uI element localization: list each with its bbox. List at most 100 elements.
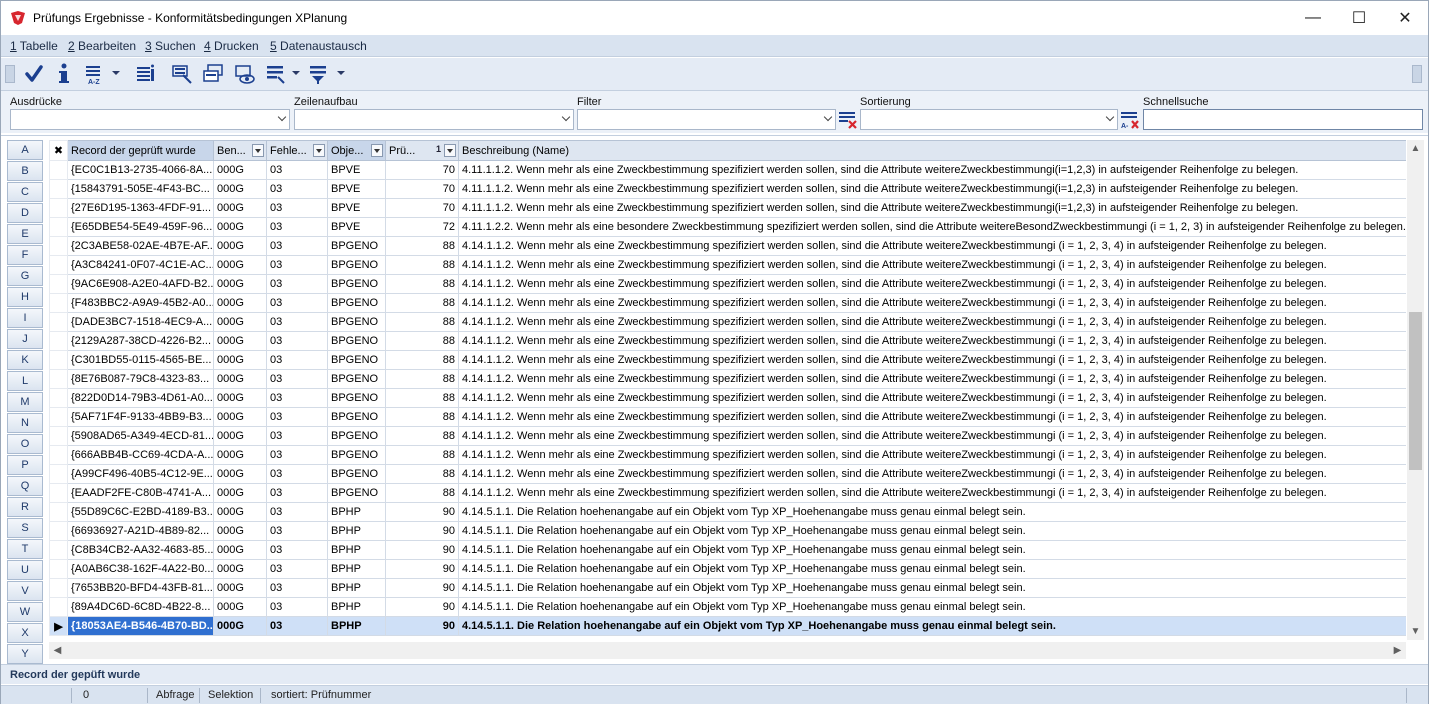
cell-beschreibung[interactable]: 4.14.5.1.1. Die Relation hoehenangabe au… [458, 616, 1406, 636]
table-row[interactable]: {9AC6E908-A2E0-4AFD-B2... 000G 03 BPGENO 88 4… [49, 274, 1406, 294]
column-filter-dropdown[interactable] [371, 144, 383, 157]
cell-beschreibung[interactable]: 4.14.1.1.2. Wenn mehr als eine Zweckbest… [458, 350, 1406, 370]
cell-ben[interactable]: 000G [213, 483, 267, 503]
cell-ben[interactable]: 000G [213, 217, 267, 237]
table-row[interactable]: {55D89C6C-E2BD-4189-B3... 000G 03 BPHP 90 4.1… [49, 502, 1406, 522]
letter-button-t[interactable]: T [7, 539, 43, 559]
letter-button-d[interactable]: D [7, 203, 43, 223]
row-indicator[interactable] [49, 502, 68, 522]
cell-fehler[interactable]: 03 [266, 426, 328, 446]
menu-suchen[interactable]: 3 Suchen [145, 39, 196, 53]
column-filter-dropdown[interactable] [444, 144, 456, 157]
cell-pruefnummer[interactable]: 90 [385, 559, 459, 579]
column-filter-dropdown[interactable] [313, 144, 325, 157]
cell-ben[interactable]: 000G [213, 331, 267, 351]
letter-button-k[interactable]: K [7, 350, 43, 370]
cell-objekt[interactable]: BPGENO [327, 293, 386, 313]
copy-query-icon[interactable] [202, 62, 224, 86]
cell-beschreibung[interactable]: 4.14.1.1.2. Wenn mehr als eine Zweckbest… [458, 331, 1406, 351]
cell-fehler[interactable]: 03 [266, 217, 328, 237]
cell-pruefnummer[interactable]: 88 [385, 407, 459, 427]
row-indicator[interactable] [49, 274, 68, 294]
table-row[interactable]: {822D0D14-79B3-4D61-A0... 000G 03 BPGENO 88 4… [49, 388, 1406, 408]
cell-pruefnummer[interactable]: 90 [385, 502, 459, 522]
row-indicator[interactable] [49, 464, 68, 484]
cell-pruefnummer[interactable]: 88 [385, 445, 459, 465]
cell-beschreibung[interactable]: 4.14.1.1.2. Wenn mehr als eine Zweckbest… [458, 407, 1406, 427]
cell-record[interactable]: {C8B34CB2-AA32-4683-85... [67, 540, 214, 560]
cell-beschreibung[interactable]: 4.14.5.1.1. Die Relation hoehenangabe au… [458, 578, 1406, 598]
cell-beschreibung[interactable]: 4.14.1.1.2. Wenn mehr als eine Zweckbest… [458, 369, 1406, 389]
cell-fehler[interactable]: 03 [266, 445, 328, 465]
column-header-beschreibung[interactable]: Beschreibung (Name) [458, 140, 1406, 161]
letter-button-s[interactable]: S [7, 518, 43, 538]
cell-record[interactable]: {2C3ABE58-02AE-4B7E-AF... [67, 236, 214, 256]
cell-record[interactable]: {8E76B087-79C8-4323-83... [67, 369, 214, 389]
column-header-objekt[interactable]: Obje... [327, 140, 386, 161]
cell-pruefnummer[interactable]: 88 [385, 236, 459, 256]
row-indicator[interactable] [49, 217, 68, 237]
cell-pruefnummer[interactable]: 88 [385, 331, 459, 351]
cell-pruefnummer[interactable]: 88 [385, 274, 459, 294]
cell-fehler[interactable]: 03 [266, 293, 328, 313]
cell-pruefnummer[interactable]: 88 [385, 293, 459, 313]
cell-objekt[interactable]: BPVE [327, 217, 386, 237]
cell-ben[interactable]: 000G [213, 293, 267, 313]
clear-filter-icon[interactable] [838, 109, 858, 130]
cell-objekt[interactable]: BPGENO [327, 236, 386, 256]
toolbar-scroll-right[interactable] [1412, 65, 1422, 83]
letter-button-p[interactable]: P [7, 455, 43, 475]
cell-record[interactable]: {7653BB20-BFD4-43FB-81... [67, 578, 214, 598]
cell-fehler[interactable]: 03 [266, 236, 328, 256]
cell-record[interactable]: {666ABB4B-CC69-4CDA-A... [67, 445, 214, 465]
table-row[interactable]: {7653BB20-BFD4-43FB-81... 000G 03 BPHP 90 4.1… [49, 578, 1406, 598]
table-row[interactable]: {2C3ABE58-02AE-4B7E-AF... 000G 03 BPGENO 88 4… [49, 236, 1406, 256]
cell-record[interactable]: {822D0D14-79B3-4D61-A0... [67, 388, 214, 408]
horizontal-scrollbar[interactable]: ◀ ▶ [49, 642, 1406, 659]
cell-fehler[interactable]: 03 [266, 369, 328, 389]
cell-pruefnummer[interactable]: 90 [385, 578, 459, 598]
letter-button-h[interactable]: H [7, 287, 43, 307]
letter-button-u[interactable]: U [7, 560, 43, 580]
letter-button-o[interactable]: O [7, 434, 43, 454]
cell-beschreibung[interactable]: 4.14.5.1.1. Die Relation hoehenangabe au… [458, 521, 1406, 541]
cell-fehler[interactable]: 03 [266, 464, 328, 484]
cell-fehler[interactable]: 03 [266, 160, 328, 180]
sortierung-combo[interactable] [860, 109, 1118, 130]
cell-record[interactable]: {EC0C1B13-2735-4066-8A... [67, 160, 214, 180]
cell-objekt[interactable]: BPGENO [327, 426, 386, 446]
cell-pruefnummer[interactable]: 88 [385, 426, 459, 446]
row-indicator[interactable] [49, 597, 68, 617]
cell-record[interactable]: {2129A287-38CD-4226-B2... [67, 331, 214, 351]
table-row[interactable]: {A99CF496-40B5-4C12-9E... 000G 03 BPGENO 88 4… [49, 464, 1406, 484]
minimize-button[interactable]: — [1290, 1, 1336, 35]
row-indicator[interactable] [49, 198, 68, 218]
cell-pruefnummer[interactable]: 90 [385, 521, 459, 541]
cell-ben[interactable]: 000G [213, 521, 267, 541]
cell-record[interactable]: {E65DBE54-5E49-459F-96... [67, 217, 214, 237]
cell-ben[interactable]: 000G [213, 616, 267, 636]
row-layout-icon[interactable] [265, 62, 287, 86]
cell-beschreibung[interactable]: 4.14.1.1.2. Wenn mehr als eine Zweckbest… [458, 293, 1406, 313]
cell-beschreibung[interactable]: 4.14.1.1.2. Wenn mehr als eine Zweckbest… [458, 255, 1406, 275]
ausdruecke-combo[interactable] [10, 109, 290, 130]
cell-ben[interactable]: 000G [213, 445, 267, 465]
table-row[interactable]: {27E6D195-1363-4FDF-91... 000G 03 BPVE 70 4.1… [49, 198, 1406, 218]
cell-record[interactable]: {5908AD65-A349-4ECD-81... [67, 426, 214, 446]
table-row[interactable]: ▶ {18053AE4-B546-4B70-BD... 000G 03 BPHP 90 4.… [49, 616, 1406, 636]
menu-drucken[interactable]: 4 Drucken [204, 39, 259, 53]
table-row[interactable]: {666ABB4B-CC69-4CDA-A... 000G 03 BPGENO 88 4.… [49, 445, 1406, 465]
close-button[interactable]: ✕ [1382, 1, 1428, 35]
letter-button-m[interactable]: M [7, 392, 43, 412]
cell-fehler[interactable]: 03 [266, 331, 328, 351]
record-info-icon[interactable] [135, 62, 157, 86]
row-indicator[interactable]: ▶ [49, 616, 68, 636]
row-indicator[interactable] [49, 559, 68, 579]
cell-ben[interactable]: 000G [213, 502, 267, 522]
column-header-record[interactable]: Record der geprüft wurde [67, 140, 214, 161]
cell-ben[interactable]: 000G [213, 160, 267, 180]
letter-button-y[interactable]: Y [7, 644, 43, 664]
cell-record[interactable]: {15843791-505E-4F43-BC... [67, 179, 214, 199]
cell-fehler[interactable]: 03 [266, 502, 328, 522]
cell-pruefnummer[interactable]: 90 [385, 540, 459, 560]
